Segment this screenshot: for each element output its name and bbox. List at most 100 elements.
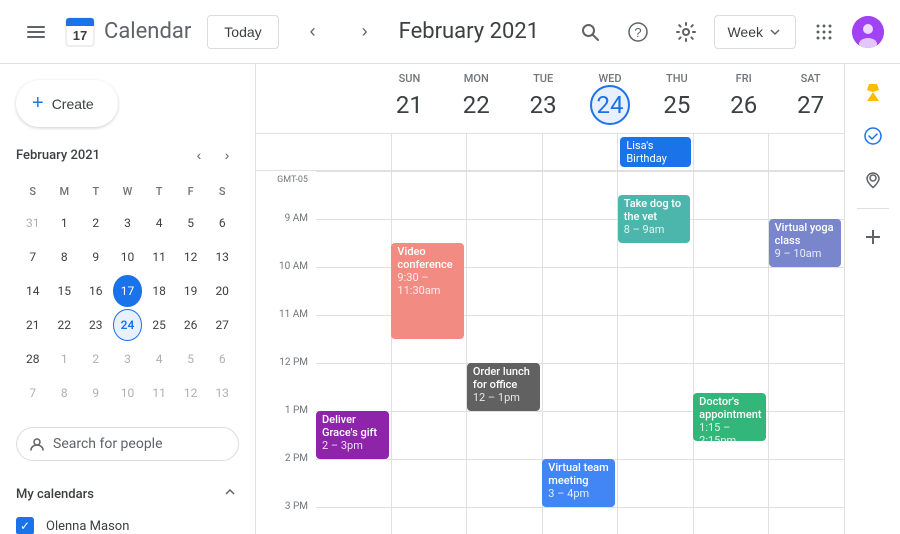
mini-cal-day[interactable]: 3 (113, 343, 143, 375)
mini-cal-day[interactable]: 28 (18, 343, 48, 375)
maps-button[interactable] (853, 160, 893, 200)
day-cell[interactable] (316, 460, 392, 507)
day-cell[interactable] (392, 364, 468, 411)
day-cell[interactable] (694, 460, 770, 507)
next-week-button[interactable]: › (347, 14, 383, 50)
day-cell[interactable] (543, 172, 619, 219)
allday-event[interactable]: Lisa's Birthday (620, 137, 691, 167)
my-calendars-header[interactable]: My calendars (0, 477, 255, 511)
calendar-event[interactable]: Order lunch for office12 – 1pm (467, 363, 540, 411)
day-cell[interactable] (769, 412, 844, 459)
calendar-event[interactable]: Video conference9:30 – 11:30am (391, 243, 464, 339)
day-cell[interactable] (316, 508, 392, 534)
calendar-event[interactable]: Take dog to the vet8 – 9am (618, 195, 691, 243)
mini-cal-day[interactable]: 17 (113, 275, 143, 307)
mini-cal-day[interactable]: 31 (18, 207, 48, 239)
calendar-event[interactable]: Doctor's appointment1:15 – 2:15pm (693, 393, 766, 441)
help-button[interactable]: ? (618, 12, 658, 52)
day-number[interactable]: 26 (724, 85, 764, 125)
mini-cal-day[interactable]: 6 (207, 343, 237, 375)
mini-cal-day[interactable]: 5 (176, 207, 206, 239)
allday-cell[interactable] (543, 134, 619, 170)
allday-cell[interactable]: Lisa's Birthday (618, 134, 694, 170)
day-cell[interactable] (543, 364, 619, 411)
day-number[interactable]: 24 (590, 85, 630, 125)
mini-cal-day[interactable]: 2 (81, 207, 111, 239)
day-cell[interactable] (467, 508, 543, 534)
calendar-event[interactable]: Deliver Grace's gift2 – 3pm (316, 411, 389, 459)
day-cell[interactable] (694, 268, 770, 315)
settings-button[interactable] (666, 12, 706, 52)
day-cell[interactable] (769, 364, 844, 411)
day-cell[interactable] (694, 172, 770, 219)
mini-next-button[interactable]: › (215, 143, 239, 167)
day-cell[interactable] (618, 412, 694, 459)
mini-cal-day[interactable]: 7 (18, 377, 48, 409)
day-cell[interactable] (618, 268, 694, 315)
mini-cal-day[interactable]: 4 (144, 343, 174, 375)
my-calendar-item[interactable]: ✓Olenna Mason (0, 511, 255, 534)
mini-cal-day[interactable]: 1 (50, 207, 80, 239)
mini-cal-day[interactable]: 10 (113, 241, 143, 273)
mini-cal-day[interactable]: 1 (50, 343, 80, 375)
day-cell[interactable] (543, 316, 619, 363)
day-cell[interactable] (467, 172, 543, 219)
calendar-event[interactable]: Virtual team meeting3 – 4pm (542, 459, 615, 507)
mini-cal-day[interactable]: 9 (81, 241, 111, 273)
mini-cal-day[interactable]: 19 (176, 275, 206, 307)
day-cell[interactable] (467, 268, 543, 315)
day-cell[interactable] (769, 172, 844, 219)
day-cell[interactable] (769, 508, 844, 534)
allday-cell[interactable] (467, 134, 543, 170)
add-sidebar-button[interactable] (853, 217, 893, 257)
mini-cal-day[interactable]: 26 (176, 309, 206, 341)
day-cell[interactable] (467, 412, 543, 459)
mini-cal-day[interactable]: 8 (50, 377, 80, 409)
day-cell[interactable] (316, 172, 392, 219)
mini-cal-day[interactable]: 18 (144, 275, 174, 307)
mini-cal-day[interactable]: 13 (207, 377, 237, 409)
keep-button[interactable] (853, 72, 893, 112)
day-cell[interactable] (769, 460, 844, 507)
mini-cal-day[interactable]: 25 (144, 309, 174, 341)
day-cell[interactable] (618, 364, 694, 411)
day-number[interactable]: 21 (389, 85, 429, 125)
view-selector[interactable]: Week (714, 15, 796, 49)
day-number[interactable]: 25 (657, 85, 697, 125)
day-cell[interactable] (769, 268, 844, 315)
mini-cal-day[interactable]: 24 (113, 309, 143, 341)
mini-prev-button[interactable]: ‹ (187, 143, 211, 167)
create-button[interactable]: + Create (16, 80, 118, 127)
mini-cal-day[interactable]: 3 (113, 207, 143, 239)
mini-cal-day[interactable]: 5 (176, 343, 206, 375)
day-number[interactable]: 27 (791, 85, 831, 125)
day-cell[interactable] (467, 460, 543, 507)
day-cell[interactable] (694, 220, 770, 267)
mini-cal-day[interactable]: 10 (113, 377, 143, 409)
avatar[interactable] (852, 16, 884, 48)
apps-button[interactable] (804, 12, 844, 52)
mini-cal-day[interactable]: 20 (207, 275, 237, 307)
day-cell[interactable] (392, 508, 468, 534)
day-cell[interactable] (618, 508, 694, 534)
mini-cal-day[interactable]: 22 (50, 309, 80, 341)
day-cell[interactable] (316, 364, 392, 411)
day-cell[interactable] (316, 268, 392, 315)
mini-cal-day[interactable]: 7 (18, 241, 48, 273)
allday-cell[interactable] (316, 134, 392, 170)
mini-cal-day[interactable]: 13 (207, 241, 237, 273)
mini-cal-day[interactable]: 9 (81, 377, 111, 409)
day-cell[interactable] (392, 412, 468, 459)
mini-cal-day[interactable]: 21 (18, 309, 48, 341)
day-cell[interactable] (543, 412, 619, 459)
allday-cell[interactable] (694, 134, 770, 170)
day-cell[interactable] (392, 460, 468, 507)
mini-cal-day[interactable]: 27 (207, 309, 237, 341)
day-number[interactable]: 22 (456, 85, 496, 125)
day-cell[interactable] (769, 316, 844, 363)
allday-cell[interactable] (392, 134, 468, 170)
mini-cal-day[interactable]: 14 (18, 275, 48, 307)
menu-button[interactable] (16, 12, 56, 52)
mini-cal-day[interactable]: 12 (176, 241, 206, 273)
day-cell[interactable] (543, 220, 619, 267)
